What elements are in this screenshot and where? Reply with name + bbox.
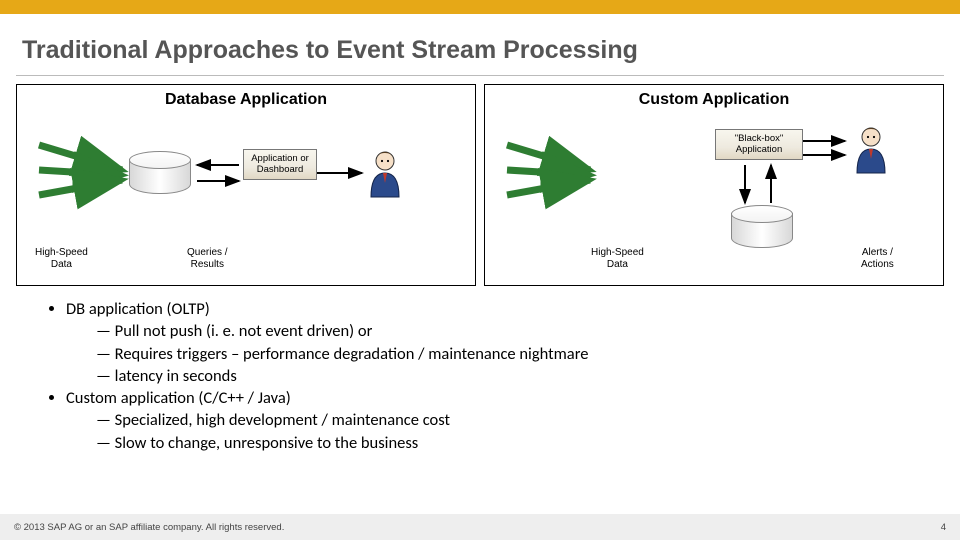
page-number: 4 bbox=[941, 522, 946, 533]
user-icon bbox=[367, 149, 413, 199]
divider bbox=[16, 75, 944, 76]
blackbox-app-box: "Black-box" Application bbox=[715, 129, 803, 160]
bullet-custom-item: Slow to change, unresponsive to the busi… bbox=[96, 432, 930, 454]
app-dashboard-box: Application or Dashboard bbox=[243, 149, 317, 180]
diagram-panels: Database Application Application or Dash… bbox=[16, 84, 944, 286]
bullet-db-item: Pull not push (i. e. not event driven) o… bbox=[96, 320, 930, 342]
panel-database-application: Database Application Application or Dash… bbox=[16, 84, 476, 286]
label-queries-results: Queries / Results bbox=[187, 247, 228, 271]
bullet-custom-title: Custom application (C/C++ / Java) bbox=[66, 388, 291, 408]
footer: © 2013 SAP AG or an SAP affiliate compan… bbox=[0, 514, 960, 540]
bullet-custom-item: Specialized, high development / maintena… bbox=[96, 409, 930, 431]
accent-bar bbox=[0, 0, 960, 14]
database-icon bbox=[129, 151, 189, 193]
bullet-db-title: DB application (OLTP) bbox=[66, 299, 210, 319]
label-alerts-actions: Alerts / Actions bbox=[861, 247, 894, 271]
bullet-db-item: Requires triggers – performance degradat… bbox=[96, 343, 930, 365]
database-icon bbox=[731, 205, 791, 247]
bullet-db-item: latency in seconds bbox=[96, 365, 930, 387]
page-title: Traditional Approaches to Event Stream P… bbox=[22, 36, 960, 65]
label-high-speed-data: High-Speed Data bbox=[35, 247, 88, 271]
panel-custom-application: Custom Application "Black-box" Applicati… bbox=[484, 84, 944, 286]
bullet-list: DB application (OLTP) Pull not push (i. … bbox=[40, 298, 930, 454]
label-high-speed-data: High-Speed Data bbox=[591, 247, 644, 271]
copyright-text: © 2013 SAP AG or an SAP affiliate compan… bbox=[14, 522, 284, 533]
user-icon bbox=[853, 125, 899, 175]
